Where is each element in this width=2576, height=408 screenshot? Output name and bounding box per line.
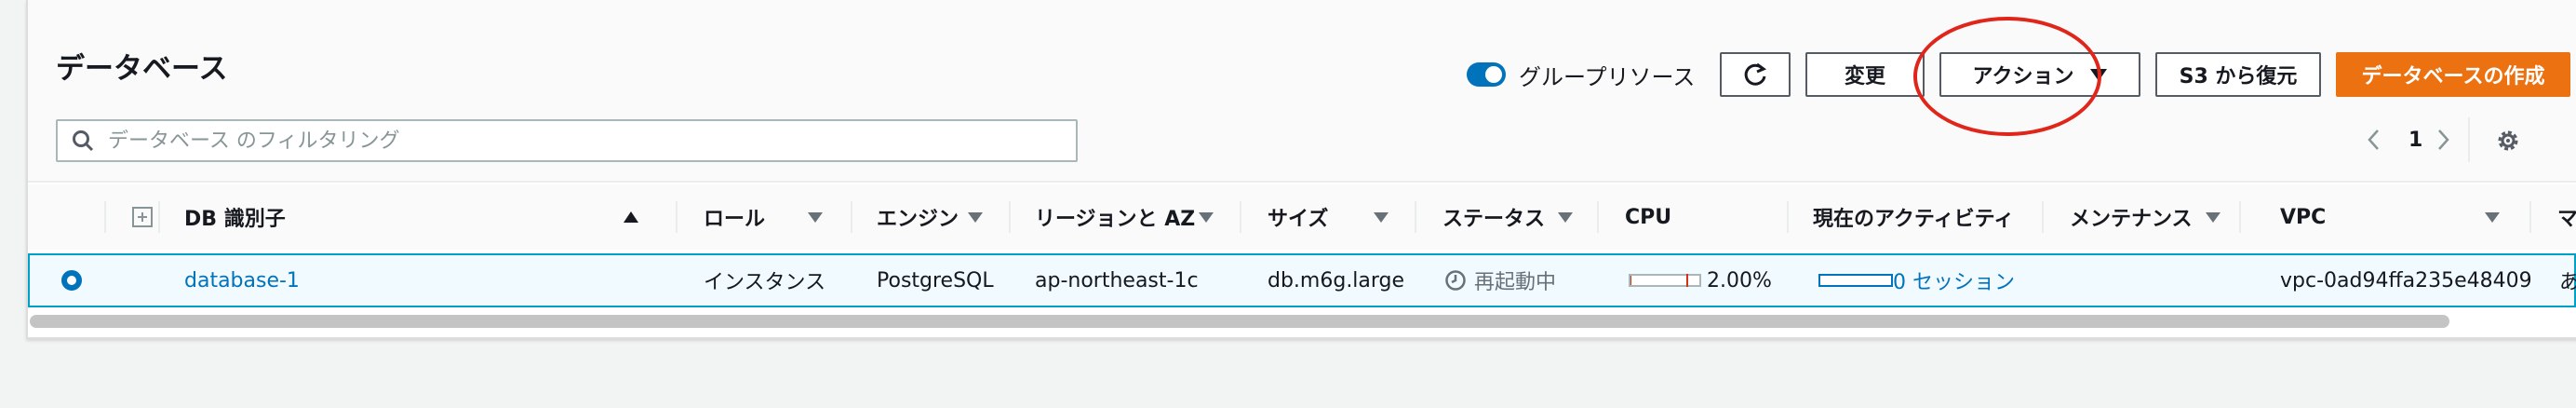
column-separator (676, 201, 678, 233)
column-separator (2239, 201, 2241, 233)
column-header-maintenance[interactable]: メンテナンス (2070, 184, 2193, 250)
column-header-engine[interactable]: エンジン (877, 184, 959, 250)
cpu-utilization-bar (1629, 274, 1701, 287)
search-field[interactable] (56, 119, 1078, 162)
sort-ascending-icon (624, 211, 638, 223)
column-header-vpc[interactable]: VPC (2280, 184, 2326, 250)
column-separator (1009, 201, 1011, 233)
column-header-role[interactable]: ロール (704, 184, 765, 250)
previous-page-button[interactable] (2366, 121, 2381, 158)
column-header-cpu[interactable]: CPU (1625, 184, 1671, 250)
column-label: メンテナンス (2070, 208, 2193, 231)
clock-icon (1445, 270, 1466, 291)
column-label: サイズ (1268, 208, 1329, 231)
cell-cpu: 2.00% (1629, 255, 1772, 306)
column-header-activity[interactable]: 現在のアクティビティ (1813, 184, 2014, 250)
column-header-status[interactable]: ステータス (1442, 184, 1545, 250)
table-header: DB 識別子 ロール エンジン リージョンと AZ サイズ ステータス CPU … (28, 184, 2576, 250)
column-separator (1597, 201, 1599, 233)
column-separator (158, 201, 160, 233)
modify-button[interactable]: 変更 (1805, 52, 1925, 97)
sessions-link[interactable]: 0 セッション (1893, 265, 2015, 295)
column-label: エンジン (877, 208, 959, 231)
sort-icon[interactable] (968, 184, 983, 250)
column-separator (1240, 201, 1241, 233)
search-input[interactable] (108, 129, 946, 153)
create-database-button[interactable]: データベースの作成 (2336, 52, 2570, 97)
radio-selected-icon[interactable] (61, 270, 82, 291)
cpu-value: 2.00% (1707, 268, 1772, 292)
column-label: DB 識別子 (184, 208, 286, 231)
column-label: リージョンと AZ (1035, 208, 1196, 231)
column-separator (2529, 201, 2531, 233)
db-identifier-link[interactable]: database-1 (184, 255, 300, 306)
sort-icon[interactable] (2206, 184, 2220, 250)
cell-size: db.m6g.large (1268, 268, 1405, 292)
expand-all-toggle[interactable] (132, 184, 153, 250)
sort-icon[interactable] (624, 184, 638, 250)
panel-title: データベース (56, 52, 228, 86)
cell-engine: PostgreSQL (877, 268, 994, 292)
column-header-region-az[interactable]: リージョンと AZ (1035, 184, 1195, 250)
column-separator (1415, 201, 1416, 233)
sort-icon (1199, 211, 1214, 223)
cpu-bar-fill (1630, 276, 1632, 285)
cell-status: 再起動中 (1444, 255, 1556, 306)
status-text: 再起動中 (1474, 271, 1557, 294)
cell-truncated: あ (2559, 271, 2576, 294)
sort-icon[interactable] (808, 184, 823, 250)
column-header-truncated[interactable]: マ (2557, 184, 2576, 250)
current-page-number[interactable]: 1 (2408, 121, 2422, 158)
refresh-icon (1744, 62, 1767, 86)
sort-icon[interactable] (1374, 184, 1389, 250)
chevron-right-icon (2438, 129, 2449, 150)
cell-region-az: ap-northeast-1c (1035, 268, 1199, 292)
annotation-circle (1913, 17, 2101, 136)
sort-icon[interactable] (1199, 184, 1214, 250)
toggle-switch[interactable] (1467, 62, 1506, 87)
sort-icon (1374, 211, 1389, 223)
row-radio[interactable] (61, 255, 82, 306)
sort-icon (808, 211, 823, 223)
column-separator (851, 201, 852, 233)
next-page-button[interactable] (2436, 121, 2451, 158)
session-bar (1818, 274, 1893, 287)
refresh-button[interactable] (1720, 52, 1791, 97)
gear-icon[interactable] (2494, 127, 2522, 155)
column-separator (1787, 201, 1789, 233)
restore-from-s3-button[interactable]: S3 から復元 (2155, 52, 2321, 97)
column-label: ステータス (1442, 208, 1546, 231)
databases-panel: データベース グループリソース 変更 アクション S3 から復元 データベースの… (26, 0, 2576, 339)
toggle-label: グループリソース (1519, 63, 1696, 90)
cell-vpc: vpc-0ad94ffa235e48409 (2280, 268, 2532, 292)
sort-icon[interactable] (2485, 184, 2500, 250)
column-label: CPU (1625, 205, 1672, 229)
column-header-size[interactable]: サイズ (1268, 184, 1328, 250)
column-label: VPC (2280, 205, 2327, 229)
horizontal-scrollbar[interactable] (30, 315, 2449, 328)
column-label: マ (2557, 208, 2576, 231)
table-row[interactable]: database-1 インスタンス PostgreSQL ap-northeas… (28, 253, 2576, 307)
cell-role: インスタンス (704, 271, 826, 294)
column-label: ロール (704, 208, 766, 231)
cpu-threshold-mark (1686, 274, 1688, 287)
sort-icon (968, 211, 983, 223)
group-resources-toggle[interactable]: グループリソース (1467, 58, 1695, 91)
cell-activity[interactable]: 0 セッション (1818, 255, 2015, 306)
pager-divider (2468, 117, 2470, 162)
sort-icon (2206, 211, 2220, 223)
sort-icon (1558, 211, 1573, 223)
column-header-db-id[interactable]: DB 識別子 (184, 184, 286, 250)
chevron-left-icon (2368, 129, 2379, 150)
search-icon (73, 130, 94, 152)
column-label: 現在のアクティビティ (1813, 208, 2015, 231)
column-separator (104, 201, 106, 233)
sort-icon (2485, 211, 2500, 223)
expand-icon (132, 207, 153, 227)
column-separator (2042, 201, 2044, 233)
sort-icon[interactable] (1558, 184, 1573, 250)
